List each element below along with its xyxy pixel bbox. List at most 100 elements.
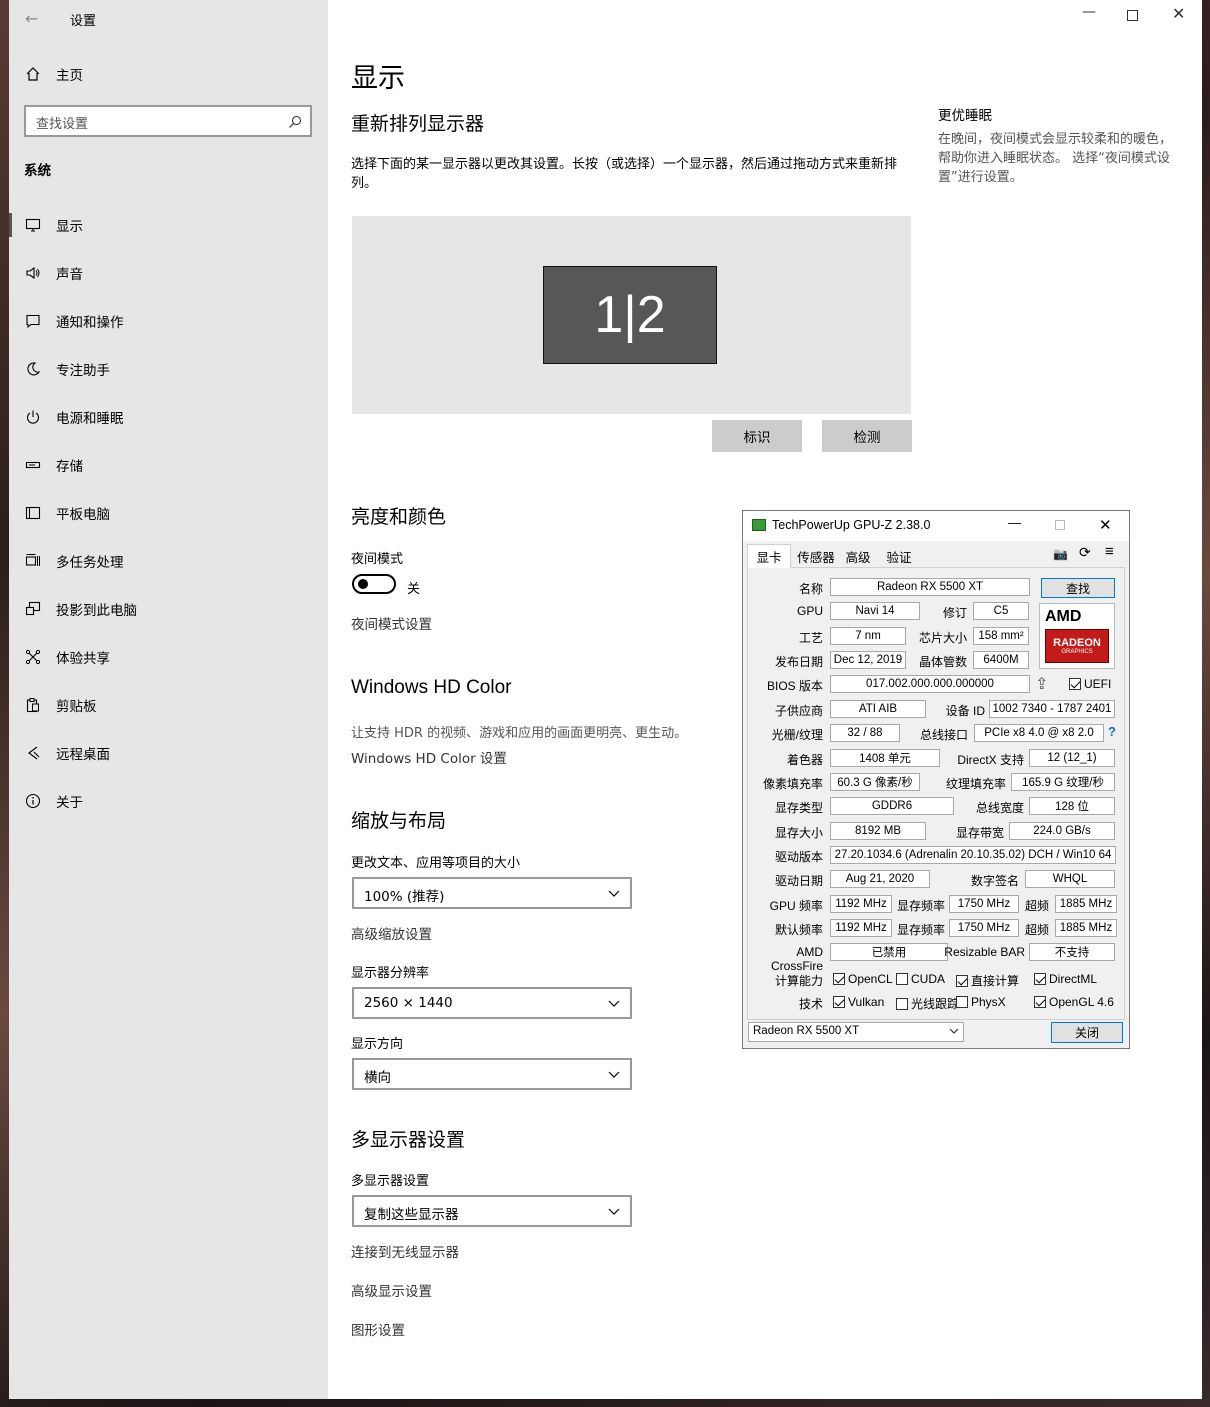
sidebar-item-label: 体验共享: [56, 651, 110, 667]
gpuz-window: TechPowerUp GPU-Z 2.38.0 — ✕ 显卡 传感器 高级 验…: [742, 510, 1130, 1049]
storage-icon: [24, 456, 42, 474]
night-mode-toggle[interactable]: [352, 574, 396, 594]
brightness-heading: 亮度和颜色: [351, 506, 447, 528]
gpuz-close-icon[interactable]: ✕: [1099, 516, 1112, 534]
hdr-description: 让支持 HDR 的视频、游戏和应用的画面更明亮、更生动。: [351, 726, 688, 741]
checkbox-label: 光线跟踪: [911, 997, 960, 1011]
field-driver: 27.20.1034.6 (Adrenalin 20.10.35.02) DCH…: [830, 846, 1116, 864]
home-icon: [24, 65, 42, 83]
sidebar-item-0[interactable]: 显示: [9, 205, 328, 245]
checkbox-compute-1[interactable]: CUDA: [896, 972, 945, 986]
label-pixel: 像素填充率: [762, 777, 823, 791]
back-arrow-icon[interactable]: ←: [25, 9, 38, 28]
tab-card[interactable]: 显卡: [747, 544, 791, 568]
checkbox-compute-3[interactable]: DirectML: [1034, 972, 1097, 986]
sidebar-item-4[interactable]: 电源和睡眠: [9, 397, 328, 437]
refresh-icon[interactable]: ⟳: [1079, 544, 1091, 561]
sleep-heading: 更优睡眠: [938, 108, 992, 124]
sidebar-item-9[interactable]: 体验共享: [9, 637, 328, 677]
remote-icon: [24, 744, 42, 762]
orientation-dropdown[interactable]: 横向: [352, 1058, 632, 1090]
sidebar-item-7[interactable]: 多任务处理: [9, 541, 328, 581]
help-icon[interactable]: ?: [1108, 724, 1116, 739]
advanced-scaling-link[interactable]: 高级缩放设置: [351, 923, 432, 943]
scale-value: 100% (推荐): [364, 889, 445, 905]
sidebar-item-1[interactable]: 声音: [9, 253, 328, 293]
tab-sensors[interactable]: 传感器: [793, 544, 839, 568]
wireless-display-link[interactable]: 连接到无线显示器: [351, 1241, 459, 1261]
night-mode-settings-link[interactable]: 夜间模式设置: [351, 613, 432, 633]
tab-validation[interactable]: 验证: [879, 544, 919, 568]
tab-advanced[interactable]: 高级: [841, 544, 875, 568]
gpuz-close-button[interactable]: 关闭: [1051, 1022, 1123, 1043]
monitor-arrangement-area[interactable]: 1|2: [352, 216, 911, 414]
sidebar-item-10[interactable]: 剪贴板: [9, 685, 328, 725]
label-tech: 工艺: [798, 631, 823, 645]
checkbox-tech-3[interactable]: OpenGL 4.6: [1034, 995, 1114, 1009]
monitor-1-2-tile[interactable]: 1|2: [543, 266, 717, 364]
card-select[interactable]: Radeon RX 5500 XT: [748, 1022, 964, 1042]
share-icon[interactable]: ⇪: [1035, 674, 1048, 694]
label-boost: 超频: [1024, 923, 1049, 937]
search-icon[interactable]: [288, 114, 302, 133]
maximize-icon[interactable]: [1127, 10, 1138, 21]
uefi-label: UEFI: [1084, 677, 1112, 691]
field-directx: 12 (12_1): [1029, 749, 1115, 767]
scale-dropdown[interactable]: 100% (推荐): [352, 877, 632, 909]
field-gpu: Navi 14: [830, 602, 920, 620]
window-title: 设置: [70, 14, 97, 29]
sidebar-item-label: 剪贴板: [56, 699, 97, 715]
sidebar-item-6[interactable]: 平板电脑: [9, 493, 328, 533]
hdr-settings-link[interactable]: Windows HD Color 设置: [351, 747, 507, 767]
sidebar-item-12[interactable]: 关于: [9, 781, 328, 821]
notification-icon: [24, 312, 42, 330]
checkbox-tech-2[interactable]: PhysX: [956, 995, 1006, 1009]
advanced-display-link[interactable]: 高级显示设置: [351, 1280, 432, 1300]
field-name: Radeon RX 5500 XT: [830, 578, 1030, 596]
label-crossfire: AMD CrossFire: [770, 945, 823, 973]
checkbox-label: OpenGL 4.6: [1049, 995, 1114, 1009]
checkbox-tech-0[interactable]: Vulkan: [833, 995, 884, 1009]
chevron-down-icon: [607, 1204, 621, 1223]
gpuz-titlebar[interactable]: TechPowerUp GPU-Z 2.38.0 — ✕: [743, 511, 1129, 541]
resolution-label: 显示器分辨率: [351, 966, 430, 981]
amd-logo-text: AMD: [1045, 608, 1082, 625]
checkbox-compute-2[interactable]: 直接计算: [956, 972, 1019, 989]
section-heading-system: 系统: [24, 163, 51, 179]
search-input[interactable]: 查找设置: [24, 105, 312, 137]
multi-display-dropdown[interactable]: 复制这些显示器: [352, 1195, 632, 1227]
field-subvendor: ATI AIB: [830, 700, 926, 718]
close-icon[interactable]: ✕: [1172, 4, 1185, 23]
label-technologies: 技术: [798, 997, 823, 1011]
checkbox-compute-0[interactable]: OpenCL: [833, 972, 893, 986]
sidebar-item-8[interactable]: 投影到此电脑: [9, 589, 328, 629]
identify-button[interactable]: 标识: [712, 420, 802, 452]
info-icon: [24, 792, 42, 810]
sidebar-item-5[interactable]: 存储: [9, 445, 328, 485]
sidebar-item-3[interactable]: 专注助手: [9, 349, 328, 389]
rearrange-heading: 重新排列显示器: [351, 113, 485, 135]
label-driver_date: 驱动日期: [774, 874, 823, 888]
sidebar-item-home[interactable]: 主页: [9, 54, 328, 94]
field-shaders: 1408 单元: [830, 749, 940, 767]
field-default_mem: 1750 MHz: [949, 919, 1019, 937]
speaker-icon: [24, 264, 42, 282]
detect-button[interactable]: 检测: [822, 420, 912, 452]
sidebar-item-11[interactable]: 远程桌面: [9, 733, 328, 773]
camera-icon[interactable]: 📷: [1053, 547, 1068, 561]
label-die_size: 芯片大小: [918, 631, 967, 645]
menu-icon[interactable]: ≡: [1105, 543, 1114, 560]
graphics-settings-link[interactable]: 图形设置: [351, 1319, 405, 1339]
gpuz-minimize-icon[interactable]: —: [1008, 515, 1021, 530]
lookup-button[interactable]: 查找: [1041, 578, 1115, 598]
field-default_clock: 1192 MHz: [830, 919, 892, 937]
minimize-icon[interactable]: —: [1082, 4, 1096, 20]
sidebar-item-label: 平板电脑: [56, 507, 110, 523]
field-device_id: 1002 7340 - 1787 2401: [989, 700, 1115, 718]
tablet-icon: [24, 504, 42, 522]
resolution-dropdown[interactable]: 2560 × 1440: [352, 987, 632, 1019]
checkbox-tech-1[interactable]: 光线跟踪: [896, 995, 959, 1012]
sidebar-item-label: 存储: [56, 459, 83, 475]
uefi-checkbox[interactable]: UEFI: [1069, 677, 1111, 691]
sidebar-item-2[interactable]: 通知和操作: [9, 301, 328, 341]
